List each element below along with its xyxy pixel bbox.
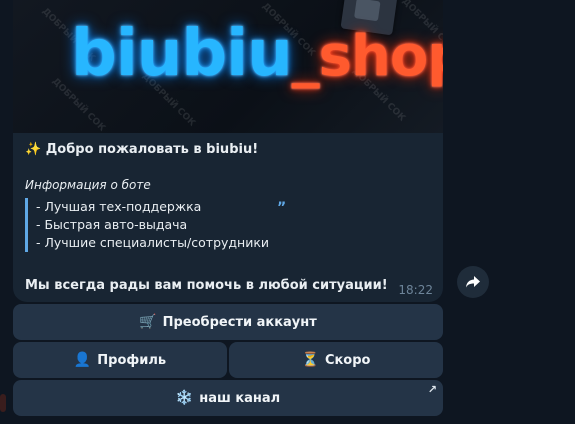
sparkles-icon: ✨ [25, 142, 42, 157]
soon-button[interactable]: ⏳ Скоро [229, 342, 443, 378]
message-bubble: ДОБРЫЙ СОК ДОБРЫЙ СОК ДОБРЫЙ СОК ДОБРЫЙ … [13, 0, 443, 302]
share-button[interactable] [457, 266, 489, 298]
hourglass-icon: ⏳ [301, 352, 319, 368]
quote-line: - Лучшая тех-поддержка [36, 199, 202, 214]
share-arrow-icon [466, 276, 480, 288]
shop-logo: biubiu_shop [71, 22, 443, 86]
channel-button[interactable]: ❄️ наш канал ↗ [13, 380, 443, 416]
features-quote: - Лучшая тех-поддержка - Быстрая авто-вы… [25, 198, 296, 252]
quote-mark-icon: ” [277, 200, 287, 216]
profile-label: Профиль [97, 352, 167, 368]
closing-text: Мы всегда рады вам помочь в любой ситуац… [25, 278, 388, 293]
logo-text-blue: biubiu [71, 17, 293, 91]
quote-line: - Быстрая авто-выдача [36, 217, 188, 232]
buy-account-button[interactable]: 🛒 Преобрести аккаунт [13, 304, 443, 340]
snowflake-icon: ❄️ [175, 390, 194, 406]
profile-button[interactable]: 👤 Профиль [13, 342, 227, 378]
welcome-text: Добро пожаловать в biubiu! [45, 142, 259, 157]
info-title: Информация о боте [25, 178, 151, 192]
soon-label: Скоро [324, 352, 371, 368]
channel-label: наш канал [199, 390, 281, 406]
quote-line: - Лучшие специалисты/сотрудники [36, 235, 270, 250]
message-time: 18:22 [398, 283, 433, 297]
buy-account-label: Преобрести аккаунт [162, 314, 317, 330]
logo-text-red: _shop [291, 24, 443, 89]
user-icon: 👤 [73, 352, 92, 368]
cart-icon: 🛒 [139, 314, 157, 330]
external-link-icon: ↗ [427, 383, 437, 396]
avatar [0, 394, 6, 412]
welcome-line: ✨ Добро пожаловать в biubiu! [25, 142, 258, 157]
banner-image: ДОБРЫЙ СОК ДОБРЫЙ СОК ДОБРЫЙ СОК ДОБРЫЙ … [13, 0, 443, 133]
